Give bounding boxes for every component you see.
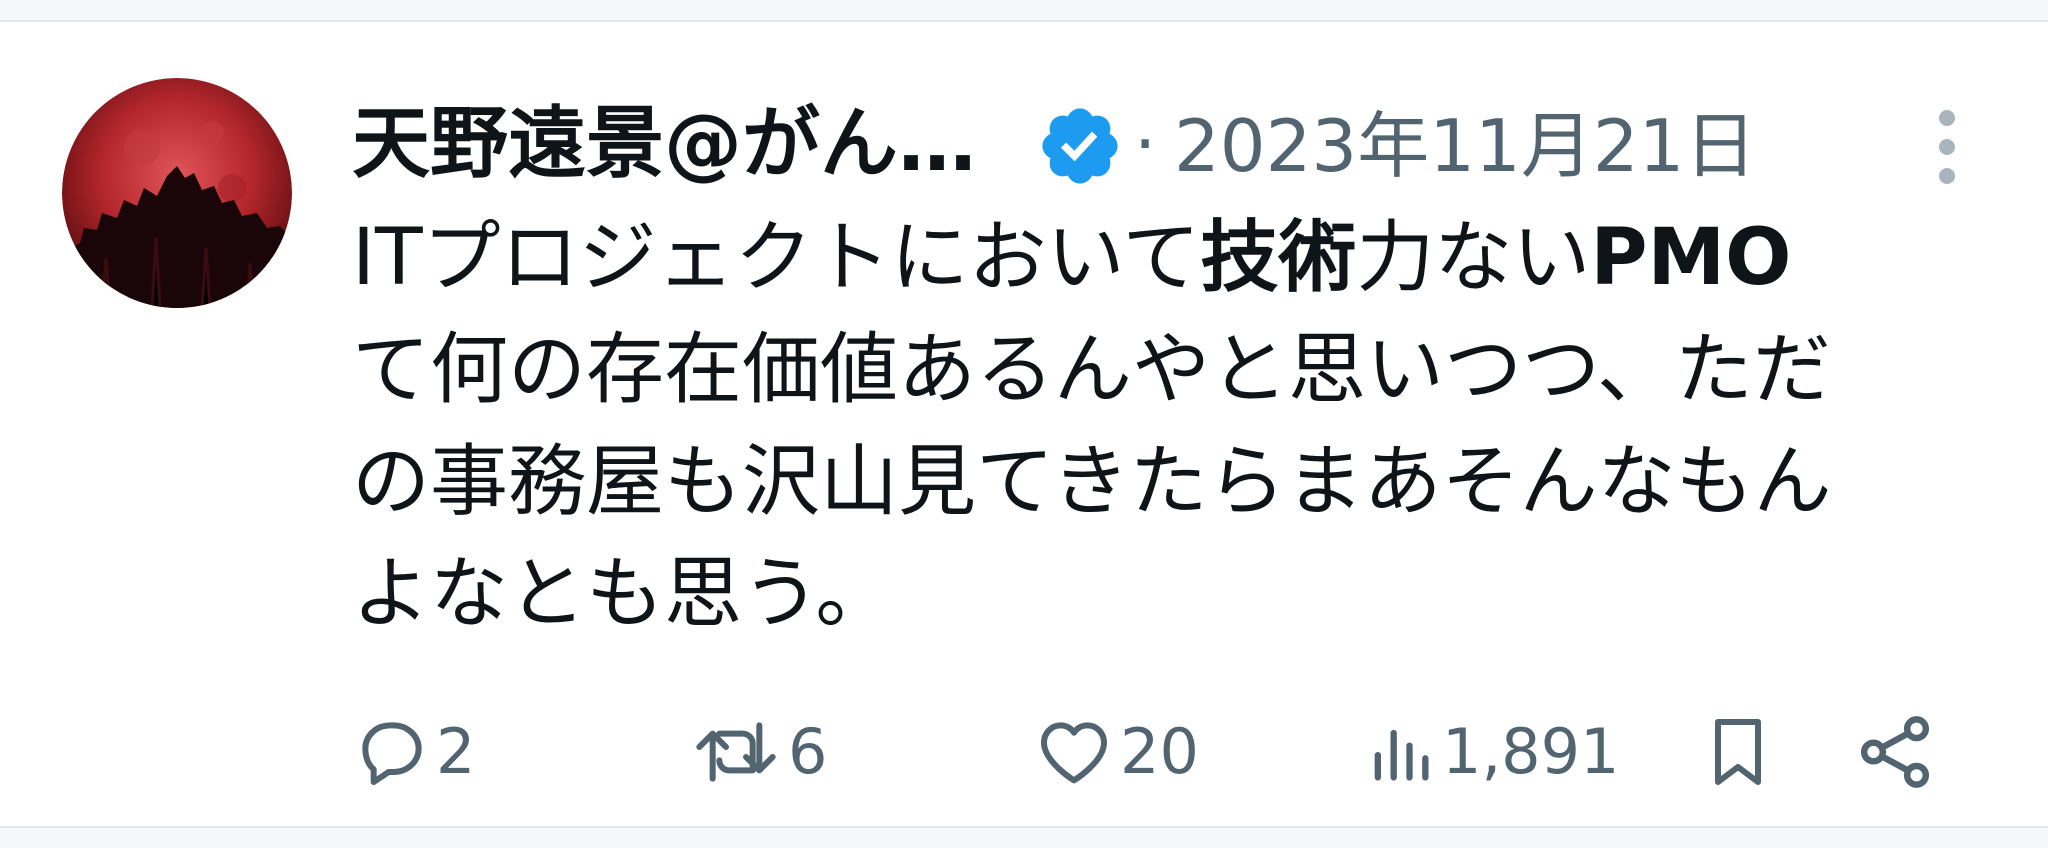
verified-badge-icon	[1042, 108, 1118, 184]
like-button[interactable]: 20	[1032, 702, 1199, 802]
bookmark-icon	[1715, 719, 1761, 785]
display-name[interactable]: 天野遠景@がん…	[352, 94, 976, 194]
views-icon	[1374, 729, 1429, 781]
tweet-text-line-1: ITプロジェクトにおいて技術力ないPMO	[352, 213, 1792, 303]
like-count: 20	[1120, 715, 1199, 788]
tweet-text-line-3: の事務屋も沢山見てきたらまあそんなもん	[352, 437, 1832, 527]
tweet-text: ITプロジェクトにおいて技術力ないPMO て何の存在価値あるんやと思いつつ、ただ…	[352, 202, 1992, 650]
more-options-icon[interactable]	[1912, 102, 1982, 192]
avatar-image	[62, 78, 292, 308]
bookmark-button[interactable]	[1698, 702, 1778, 802]
tweet-text-line-4: よなとも思う。	[352, 549, 894, 639]
retweet-button[interactable]: 6	[688, 702, 827, 802]
views-count: 1,891	[1442, 715, 1620, 788]
reply-button[interactable]: 2	[352, 702, 475, 802]
meta-separator: ·	[1134, 103, 1157, 185]
avatar[interactable]	[62, 78, 292, 308]
timestamp[interactable]: 2023年11月21日	[1174, 96, 1756, 196]
tweet-card[interactable]: 天野遠景@がん… · 2023年11月21日 ITプロジェクトにおいて技術力ない…	[0, 20, 2048, 828]
heart-icon	[1041, 722, 1107, 784]
reply-count: 2	[436, 715, 476, 788]
tweet-text-line-2: て何の存在価値あるんやと思いつつ、ただ	[352, 325, 1831, 415]
retweet-count: 6	[788, 715, 828, 788]
views-button[interactable]: 1,891	[1362, 702, 1620, 802]
tweet-header: 天野遠景@がん… · 2023年11月21日	[352, 84, 2012, 204]
reply-icon	[362, 722, 422, 785]
share-button[interactable]	[1852, 702, 1938, 802]
tweet-actions: 2 6 20 1,891	[352, 702, 2012, 802]
retweet-icon	[696, 722, 776, 782]
share-icon	[1860, 716, 1930, 788]
